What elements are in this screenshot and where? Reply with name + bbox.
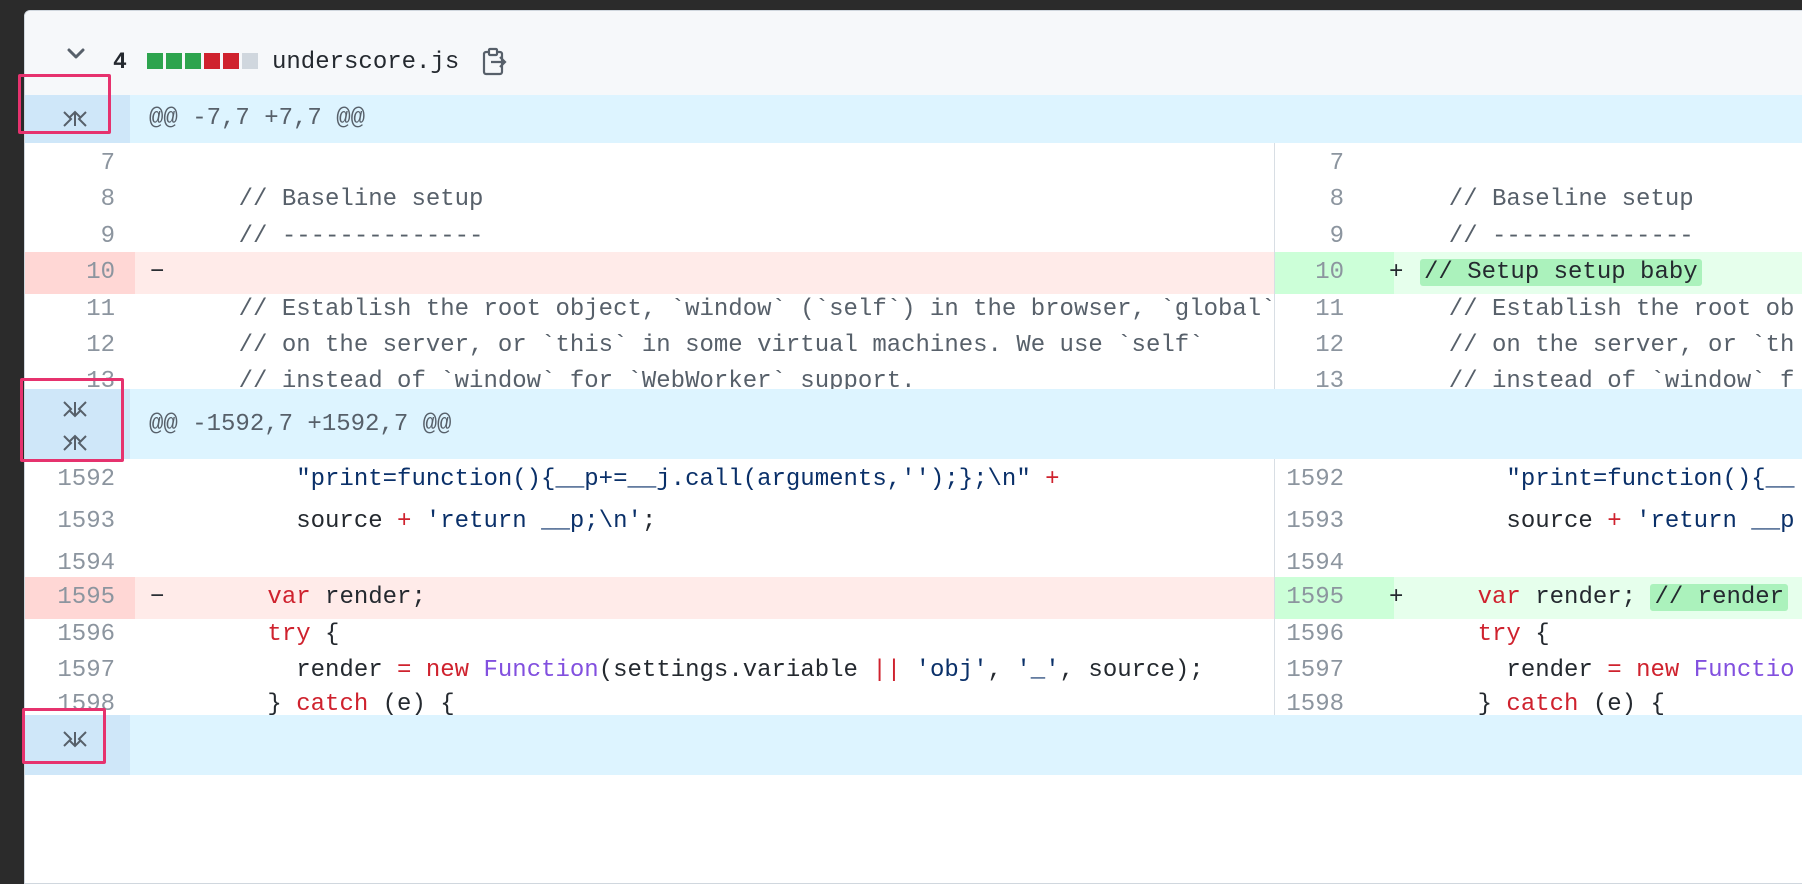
hunk-header: @@ -7,7 +7,7 @@ xyxy=(25,95,1802,143)
hunk-footer xyxy=(25,715,1802,775)
punctuation: } xyxy=(267,691,297,718)
changes-count: 4 xyxy=(113,49,127,75)
collapse-chevron-icon[interactable] xyxy=(63,41,89,67)
copy-path-icon[interactable] xyxy=(481,47,509,77)
expand-up-icon[interactable] xyxy=(59,107,91,131)
identifier: (e) { xyxy=(368,691,455,718)
code-line: // Baseline setup xyxy=(181,186,484,213)
identifier: source xyxy=(296,508,383,535)
operator: + xyxy=(1607,508,1622,535)
operator: + xyxy=(1045,466,1060,493)
line-number[interactable]: 1595 xyxy=(25,577,135,619)
code-line: var render; xyxy=(181,577,1271,619)
diffstat-block xyxy=(242,53,258,69)
diffstat-block xyxy=(223,53,239,69)
identifier: (e) { xyxy=(1578,691,1665,718)
addition-marker: + xyxy=(1389,584,1404,611)
line-number[interactable]: 1592 xyxy=(1274,459,1394,501)
hunk-gutter xyxy=(25,389,130,459)
punctuation: { xyxy=(310,621,340,648)
file-name[interactable]: underscore.js xyxy=(272,49,459,76)
line-number[interactable]: 8 xyxy=(1274,179,1394,221)
expand-down-icon[interactable] xyxy=(59,397,91,421)
split-divider xyxy=(1274,143,1275,389)
keyword: var xyxy=(267,584,311,611)
diff-row: 1592 "print=function(){__p+=__j.call(arg… xyxy=(25,459,1802,501)
identifier: source xyxy=(1506,508,1593,535)
operator: = xyxy=(397,657,412,684)
expand-up-icon[interactable] xyxy=(59,431,91,455)
diff-row-changed: 10−10 +// Setup setup baby xyxy=(25,252,1802,294)
hunk-header: @@ -1592,7 +1592,7 @@ xyxy=(25,389,1802,459)
diffstat-block xyxy=(147,53,163,69)
identifier: (settings.variable xyxy=(598,657,858,684)
identifier: , source); xyxy=(1059,657,1204,684)
hunk-gutter xyxy=(25,95,130,143)
string-literal: "print=function(){__ xyxy=(1506,466,1795,493)
code-line: var render; // render xyxy=(1420,577,1802,619)
added-highlight: // render xyxy=(1650,584,1789,611)
punctuation: , xyxy=(987,657,1017,684)
diff-row-changed: 1595 − var render; 1595 + var render; //… xyxy=(25,577,1802,619)
code-line: // Setup setup baby xyxy=(1420,252,1802,294)
identifier: render xyxy=(1506,657,1593,684)
line-number[interactable]: 1595 xyxy=(1274,577,1394,619)
identifier: render xyxy=(296,657,383,684)
hunk-gutter xyxy=(25,715,130,775)
diff-row: 1593 source + 'return __p;\n'; 1593 sour… xyxy=(25,501,1802,543)
diff-row: 8 // Baseline setup 8 // Baseline setup xyxy=(25,179,1802,221)
identifier: render; xyxy=(310,584,426,611)
operator: = xyxy=(1607,657,1622,684)
line-number[interactable]: 8 xyxy=(25,179,135,221)
split-divider xyxy=(1274,459,1275,715)
diff-file: 4 underscore.js @@ -7,7 +7,7 @@ 778 // B… xyxy=(24,10,1802,884)
punctuation: ; xyxy=(641,508,657,535)
diffstat-block xyxy=(166,53,182,69)
keyword: new xyxy=(1636,657,1680,684)
line-number[interactable]: 10 xyxy=(25,252,135,294)
operator: || xyxy=(872,657,902,684)
keyword: try xyxy=(267,621,311,648)
hunk-range: @@ -7,7 +7,7 @@ xyxy=(149,105,366,132)
punctuation: { xyxy=(1520,621,1550,648)
added-highlight: // Setup setup baby xyxy=(1420,259,1702,286)
code-line: "print=function(){__p+=__j.call(argument… xyxy=(181,459,1271,501)
string-literal: 'return __p xyxy=(1636,508,1795,535)
diffstat-block xyxy=(185,53,201,69)
function-name: Function xyxy=(483,657,599,684)
file-header: 4 underscore.js xyxy=(25,11,1802,96)
hunk-range: @@ -1592,7 +1592,7 @@ xyxy=(149,411,452,438)
punctuation: } xyxy=(1477,691,1507,718)
function-name: Functio xyxy=(1693,657,1795,684)
string-literal: '_' xyxy=(1016,657,1060,684)
diffstat-block xyxy=(204,53,220,69)
code-line: source + 'return __p;\n'; xyxy=(181,501,1271,543)
keyword: var xyxy=(1477,584,1521,611)
operator: + xyxy=(397,508,412,535)
expand-down-icon[interactable] xyxy=(59,727,91,751)
deletion-marker: − xyxy=(150,259,165,286)
deletion-background xyxy=(25,252,1274,294)
keyword: new xyxy=(425,657,470,684)
line-number[interactable]: 10 xyxy=(1274,252,1394,294)
keyword: catch xyxy=(296,691,369,718)
line-number[interactable]: 1593 xyxy=(25,501,135,543)
code-line: source + 'return __p xyxy=(1420,501,1802,543)
string-literal: 'return __p;\n' xyxy=(425,508,642,535)
string-literal: "print=function(){__p+=__j.call(argument… xyxy=(296,466,1031,493)
string-literal: 'obj' xyxy=(915,657,988,684)
code-line: "print=function(){__ xyxy=(1420,459,1802,501)
keyword: catch xyxy=(1506,691,1579,718)
deletion-marker: − xyxy=(150,584,165,611)
line-number[interactable]: 1593 xyxy=(1274,501,1394,543)
diffstat-bar xyxy=(147,53,258,69)
identifier: render; xyxy=(1520,584,1637,611)
line-number[interactable]: 1592 xyxy=(25,459,135,501)
code-line: // Baseline setup xyxy=(1420,186,1694,213)
addition-marker: + xyxy=(1389,259,1404,286)
keyword: try xyxy=(1477,621,1521,648)
